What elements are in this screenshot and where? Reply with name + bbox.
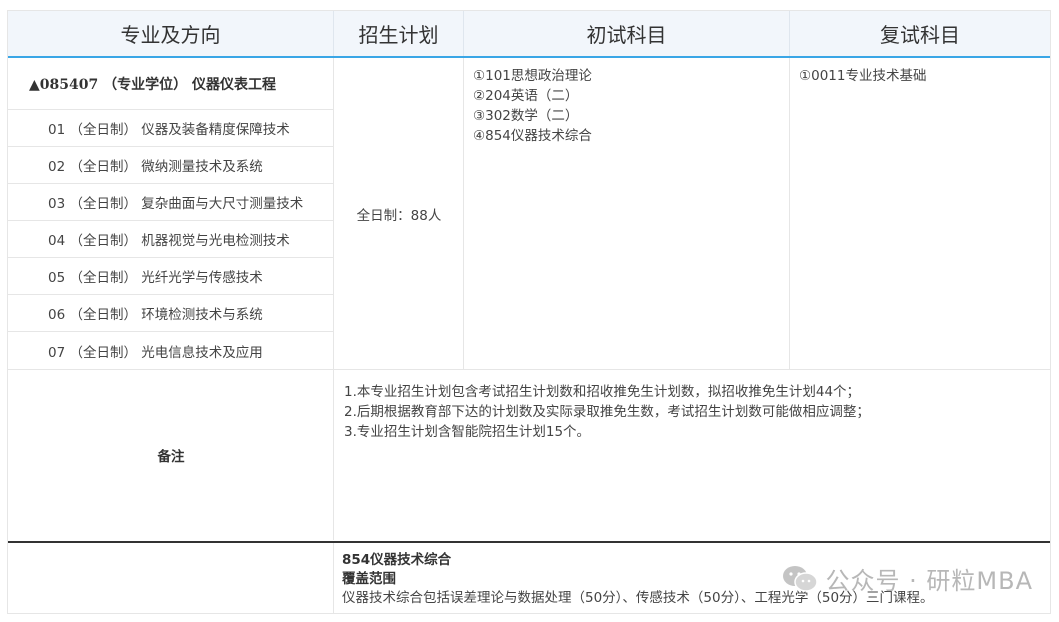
note-line: 3.专业招生计划含智能院招生计划15个。 (344, 424, 591, 440)
initial-exam-item: ③302数学（二） (473, 108, 579, 124)
note-line: 2.后期根据教育部下达的计划数及实际录取推免生数，考试招生计划数可能做相应调整； (344, 404, 870, 420)
major-title: ▲085407 （专业学位） 仪器仪表工程 (8, 58, 334, 110)
notes-label: 备注 (157, 449, 185, 465)
header-initial-exam: 初试科目 (464, 11, 790, 56)
initial-exam-item: ④854仪器技术综合 (473, 128, 592, 144)
direction-row: 01 （全日制） 仪器及装备精度保障技术 (8, 110, 334, 147)
direction-row: 04 （全日制） 机器视觉与光电检测技术 (8, 221, 334, 258)
header-major-direction: 专业及方向 (8, 11, 334, 56)
column-divider (333, 543, 334, 613)
initial-exam-item: ①101思想政治理论 (473, 68, 592, 84)
header-enrollment-plan: 招生计划 (334, 11, 464, 56)
direction-row: 05 （全日制） 光纤光学与传感技术 (8, 258, 334, 295)
table-body: ▲085407 （专业学位） 仪器仪表工程 01 （全日制） 仪器及装备精度保障… (8, 58, 1050, 369)
retest-item: ①0011专业技术基础 (799, 68, 927, 84)
direction-row: 06 （全日制） 环境检测技术与系统 (8, 295, 334, 332)
retest-list: ①0011专业技术基础 (799, 66, 926, 86)
note-line: 1.本专业招生计划包含考试招生计划数和招收推免生计划数，拟招收推免生计划44个； (344, 384, 861, 400)
watermark-text: 公众号 · 研粒MBA (825, 567, 1033, 595)
initial-exam-list: ①101思想政治理论 ②204英语（二） ③302数学（二） ④854仪器技术综… (473, 66, 592, 146)
watermark: 公众号 · 研粒MBA (782, 561, 1033, 596)
direction-row: 03 （全日制） 复杂曲面与大尺寸测量技术 (8, 184, 334, 221)
wechat-icon (782, 565, 818, 592)
direction-row: 07 （全日制） 光电信息技术及应用 (48, 344, 263, 361)
column-divider (789, 58, 790, 369)
table-header: 专业及方向 招生计划 初试科目 复试科目 (8, 11, 1050, 58)
notes-text: 1.本专业招生计划包含考试招生计划数和招收推免生计划数，拟招收推免生计划44个；… (344, 382, 1044, 442)
enrollment-plan: 全日制：88人 (356, 207, 442, 224)
notes-row: 备注 1.本专业招生计划包含考试招生计划数和招收推免生计划数，拟招收推免生计划4… (8, 369, 1050, 541)
header-retest: 复试科目 (880, 23, 960, 47)
admissions-table: 专业及方向 招生计划 初试科目 复试科目 ▲085407 （专业学位） 仪器仪表… (7, 10, 1051, 614)
initial-exam-item: ②204英语（二） (473, 88, 579, 104)
direction-row: 02 （全日制） 微纳测量技术及系统 (8, 147, 334, 184)
